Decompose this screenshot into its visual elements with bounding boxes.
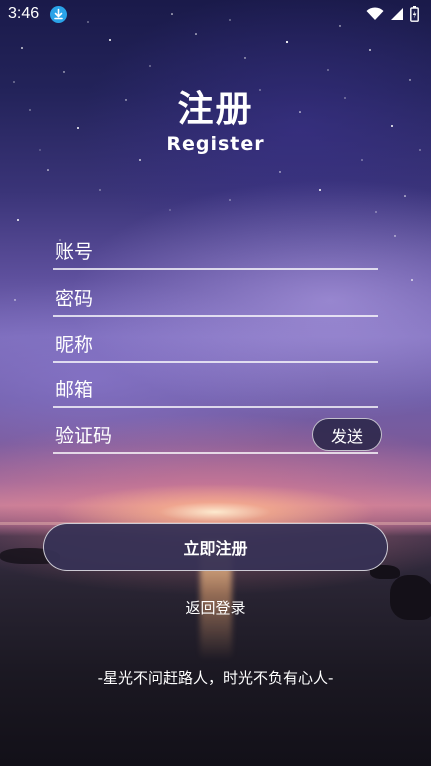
battery-icon: [410, 6, 419, 22]
page-title: 注册: [177, 89, 254, 130]
download-icon: [50, 6, 67, 23]
email-input[interactable]: [55, 376, 305, 404]
email-field: [53, 372, 378, 408]
back-to-login-link[interactable]: 返回登录: [0, 597, 431, 618]
account-field: [53, 234, 378, 270]
password-input[interactable]: [55, 285, 305, 313]
send-code-button[interactable]: 发送: [312, 418, 382, 451]
status-bar: 3:46: [0, 0, 431, 30]
verification-code-input[interactable]: [55, 422, 305, 450]
account-input[interactable]: [55, 238, 305, 266]
nickname-field: [53, 327, 378, 363]
signal-icon: [391, 8, 403, 20]
status-time: 3:46: [8, 5, 40, 22]
register-screen: 3:46 注册 Register 账号 昵称 邮箱 验证码 发送 立即注册 返回…: [0, 0, 431, 766]
register-button[interactable]: 立即注册: [43, 523, 388, 571]
nickname-input[interactable]: [55, 331, 305, 359]
footer-slogan: -星光不问赶路人，时光不负有心人-: [97, 669, 334, 687]
password-field: [53, 281, 378, 317]
wifi-icon: [366, 7, 384, 20]
status-icons: [366, 6, 419, 22]
page-subtitle: Register: [166, 133, 265, 155]
